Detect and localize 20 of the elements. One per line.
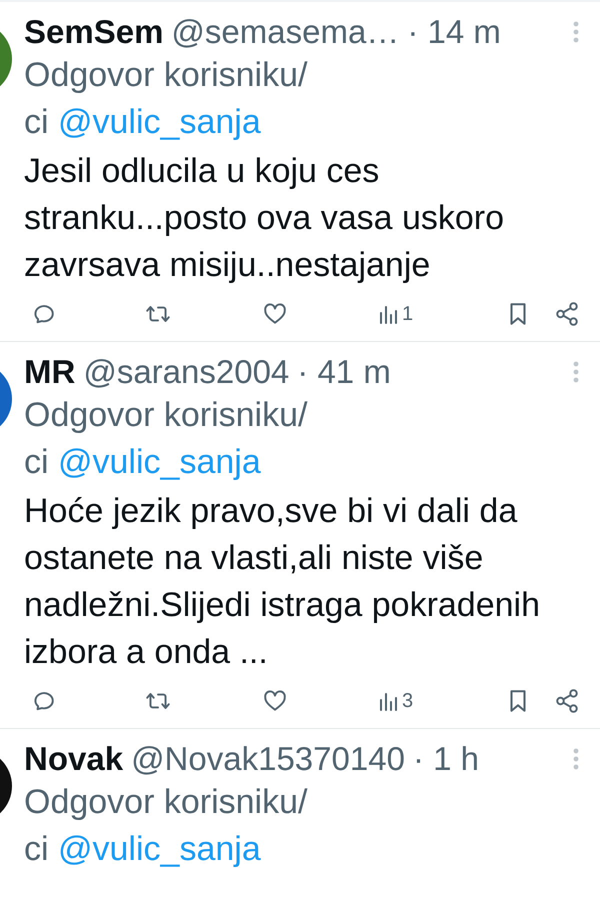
user-name[interactable]: MR [24,352,76,392]
reply-to-text: Odgovor korisniku/ ci @vulic_sanja [24,782,308,870]
views-count: 3 [402,690,414,712]
user-name[interactable]: SemSem [24,12,164,52]
post-text: Hoće jezik pravo,sve bi vi dali da ostanete na vlasti,ali niste više nadležni.Slijedi istraga pokradenih izbora a onda ... [24,491,541,673]
views-icon[interactable] [378,303,400,325]
post-time: · 14 m [407,12,501,52]
post-time: · 41 m [297,352,391,392]
user-name[interactable]: Novak [24,739,124,779]
views-icon[interactable] [378,690,400,712]
reply-to-text: Odgovor korisniku/ ci @vulic_sanja [24,395,308,483]
share-icon[interactable] [554,688,580,714]
views-count: 1 [402,302,414,326]
user-handle[interactable]: @semasema… [171,12,400,52]
user-handle[interactable]: @sarans2004 [83,352,290,392]
reply-to-text: Odgovor korisniku/ ci @vulic_sanja [24,55,308,143]
user-handle[interactable]: @Novak15370140 [131,739,405,779]
post-time: · 1 h [412,739,479,779]
post-text: Jesil odlucila u koju ces stranku...posto ova vasa uskoro zavrsava misiju..nestajanje [24,151,506,286]
share-icon[interactable] [554,301,580,327]
